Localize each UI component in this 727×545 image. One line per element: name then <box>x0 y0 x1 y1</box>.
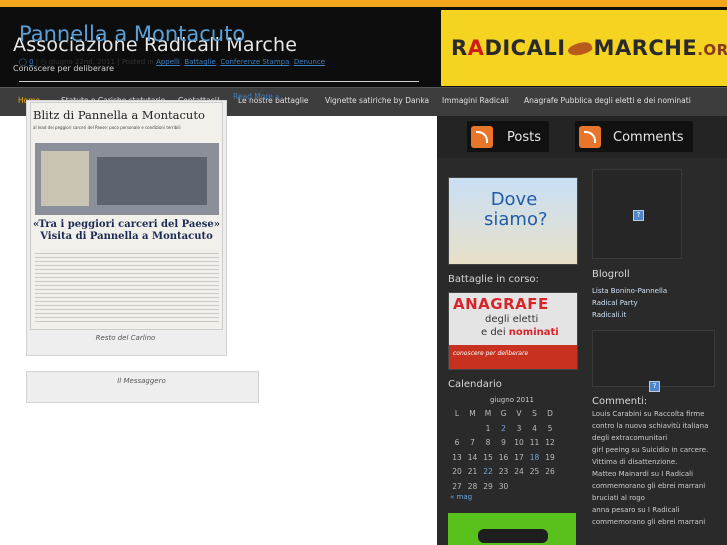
nav-item-vignette[interactable]: Vignette satiriche by Danka <box>325 88 429 116</box>
blogroll-link[interactable]: Radical Party <box>592 299 638 307</box>
calendar-day: 5 <box>547 423 553 433</box>
dove-siamo-text: Dove siamo? <box>484 189 548 230</box>
calendar-month: giugno 2011 <box>489 396 535 404</box>
category-link[interactable]: Denunce <box>294 58 325 66</box>
calendar-day: 3 <box>516 423 522 433</box>
calendar-weekday: V <box>516 409 522 418</box>
calendar-weekday: M <box>469 409 476 418</box>
calendar-day[interactable]: 22 <box>481 467 495 476</box>
clipping-photo <box>35 143 219 215</box>
clipping-text-columns <box>35 253 219 325</box>
blogroll-link[interactable]: Radicali.it <box>592 311 626 319</box>
blogroll-title: Blogroll <box>592 269 630 280</box>
broken-image-icon: ? <box>649 381 660 392</box>
category-link[interactable]: Conferenze Stampa <box>220 58 289 66</box>
image-caption-2: Il Messaggero <box>117 377 166 385</box>
clipping-headline: Blitz di Pannella a Montacuto <box>33 108 205 122</box>
calendar-day: 23 <box>498 467 509 476</box>
comment-bubble-icon: ◯ <box>19 58 27 66</box>
clock-icon: ◷ <box>40 58 47 66</box>
recent-comment-line[interactable]: contro la nuova schiavitù italiana <box>592 422 708 430</box>
post-title[interactable]: Pannella a Montacuto <box>19 22 245 46</box>
radicali-marche-logo[interactable]: RADICALIMARCHE.ORG <box>441 10 727 86</box>
calendar-day: 11 <box>529 438 540 447</box>
calendar-day: 25 <box>529 467 540 476</box>
recent-comment-line[interactable]: commemorano gli ebrei marrani <box>592 518 705 526</box>
calendar-day: 17 <box>514 452 524 462</box>
comments-widget-title: Commenti: <box>592 396 648 407</box>
calendar-day: 30 <box>498 481 509 491</box>
calendar-day[interactable]: 2 <box>497 424 511 433</box>
calendar-day: 24 <box>514 467 524 476</box>
blogroll-link[interactable]: Lista Bonino-Pannella <box>592 287 667 295</box>
recent-comment-line[interactable]: degli extracomunitari <box>592 434 667 442</box>
calendar-weekday: D <box>547 409 553 418</box>
calendar-day: 10 <box>514 438 524 447</box>
battles-widget-title: Battaglie in corso: <box>448 274 539 285</box>
nav-item-anagrafe[interactable]: Anagrafe Pubblica degli eletti e dei nom… <box>524 88 691 116</box>
recent-comment-line[interactable]: girl peeing su Suicidio in carcere. <box>592 446 708 454</box>
comments-image-box: ? <box>592 330 715 392</box>
blogroll-image-box: ? <box>592 169 682 259</box>
comments-feed-button[interactable]: Comments <box>575 121 693 152</box>
recent-comment-line[interactable]: commemorano gli ebrei marrani <box>592 482 705 490</box>
clipping-title: «Tra i peggiori carceri del Paese» Visit… <box>33 219 220 242</box>
calendar-day: 19 <box>545 452 555 462</box>
calendar-day: 8 <box>485 438 491 447</box>
post-date: giugno 22nd, 2011 <box>48 58 115 66</box>
newspaper-clipping-image[interactable]: Blitz di Pannella a Montacuto al lead de… <box>30 102 223 330</box>
calendar-day: 14 <box>467 452 478 462</box>
post-meta: ◯ 0 | ◷ giugno 22nd, 2011 | Posted in Ap… <box>19 58 326 66</box>
calendar-widget-title: Calendario <box>448 379 502 390</box>
recent-comment-line[interactable]: Vittima di disattenzione. <box>592 458 677 466</box>
calendar-day: 12 <box>545 438 555 447</box>
calendar-weekday: M <box>484 409 492 418</box>
posts-feed-button[interactable]: Posts <box>467 121 549 152</box>
recent-comment-line[interactable]: Matteo Mainardi su I Radicali <box>592 470 693 478</box>
broken-image-icon: ? <box>633 210 644 221</box>
calendar-day: 26 <box>545 467 555 476</box>
calendar-day: 29 <box>483 481 493 491</box>
calendar-weekday: L <box>454 409 460 418</box>
calendar-day: 20 <box>452 467 462 476</box>
calendar-day: 13 <box>452 452 462 462</box>
recent-comment-line[interactable]: anna pesaro su I Radicali <box>592 506 680 514</box>
italy-map-icon <box>566 39 593 59</box>
calendar-day: 9 <box>501 438 506 447</box>
read-more-link[interactable]: Read More » <box>233 92 280 101</box>
comments-count-link[interactable]: 0 <box>29 58 33 66</box>
recent-comment-line[interactable]: Louis Carabini su Raccolta firme <box>592 410 704 418</box>
green-banner[interactable] <box>448 513 576 545</box>
calendar-day: 28 <box>467 481 478 491</box>
clipping-subhead: al lead dei peggiori carceri del Paese: … <box>33 125 181 130</box>
category-link[interactable]: Appelli <box>156 58 180 66</box>
nav-item-immagini[interactable]: Immagini Radicali <box>442 88 509 116</box>
calendar-day: 21 <box>467 467 478 476</box>
calendar-day: 7 <box>470 438 475 447</box>
anagrafe-banner[interactable]: ANAGRAFE degli eletti e dei nominati con… <box>448 292 578 370</box>
calendar-prev-month-link[interactable]: « mag <box>450 493 472 501</box>
post-divider <box>19 81 419 82</box>
calendar-day: 16 <box>498 452 509 462</box>
category-link[interactable]: Battaglie <box>184 58 216 66</box>
recent-comment-line[interactable]: bruciati al rogo <box>592 494 645 502</box>
calendar-day: 4 <box>532 423 537 433</box>
image-caption: Resto del Carlino <box>95 334 156 342</box>
image-caption-box-2 <box>26 371 259 403</box>
calendar-day: 6 <box>454 438 460 447</box>
top-accent-bar <box>0 0 727 7</box>
calendar-day: 1 <box>485 423 491 433</box>
calendar-day: 15 <box>483 452 493 462</box>
calendar-weekday: G <box>500 409 507 418</box>
rss-icon <box>471 126 493 148</box>
calendar-weekday: S <box>532 409 537 418</box>
calendar-day[interactable]: 18 <box>528 453 542 462</box>
rss-icon <box>579 126 601 148</box>
calendar-day: 27 <box>452 481 462 491</box>
